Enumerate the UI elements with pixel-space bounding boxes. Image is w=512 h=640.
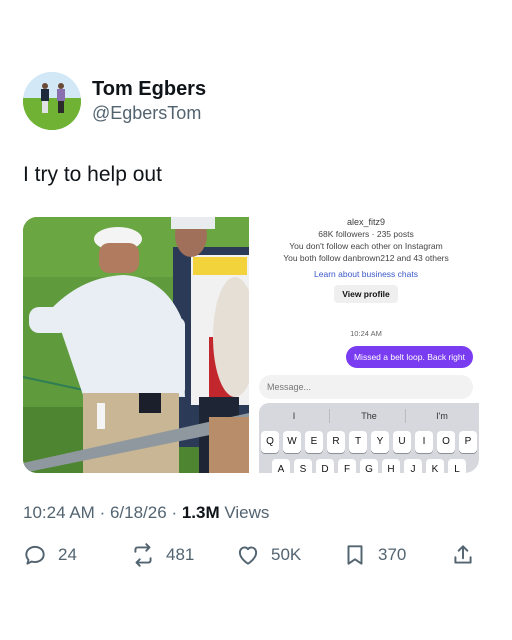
key-j[interactable]: J <box>404 459 422 473</box>
ig-mutuals: You both follow danbrown212 and 43 other… <box>283 253 449 263</box>
suggestion-divider <box>405 409 406 423</box>
meta-separator: · <box>99 503 106 522</box>
message-input[interactable]: Message... <box>259 375 473 399</box>
key-p[interactable]: P <box>459 431 477 453</box>
repost-button[interactable]: 481 <box>130 540 194 570</box>
key-u[interactable]: U <box>393 431 411 453</box>
ig-timestamp: 10:24 AM <box>350 329 382 338</box>
ig-username: alex_fitz9 <box>346 217 386 227</box>
key-f[interactable]: F <box>338 459 356 473</box>
key-r[interactable]: R <box>327 431 345 453</box>
tweet-meta: 10:24 AM · 6/18/26 · 1.3M Views <box>23 503 269 523</box>
key-a[interactable]: A <box>272 459 290 473</box>
key-s[interactable]: S <box>294 459 312 473</box>
bookmark-button[interactable]: 370 <box>342 540 406 570</box>
bookmark-count: 370 <box>378 545 407 564</box>
key-h[interactable]: H <box>382 459 400 473</box>
meta-separator: · <box>171 503 178 522</box>
reply-icon <box>25 545 45 565</box>
suggestion-divider <box>329 409 330 423</box>
tweet-time[interactable]: 10:24 AM <box>23 503 95 522</box>
golf-photo-image <box>23 217 257 473</box>
suggestion-1[interactable]: I <box>269 411 319 421</box>
key-i[interactable]: I <box>415 431 433 453</box>
views-label: Views <box>224 503 270 522</box>
ig-follow-status: You don't follow each other on Instagram <box>289 241 443 251</box>
key-e[interactable]: E <box>305 431 323 453</box>
like-count: 50K <box>271 545 302 564</box>
key-w[interactable]: W <box>283 431 301 453</box>
instagram-dm-screenshot[interactable]: alex_fitz9 68K followers · 235 posts You… <box>253 217 479 473</box>
author-handle[interactable]: @EgbersTom <box>92 103 201 124</box>
repost-icon <box>134 543 152 567</box>
tweet-media[interactable]: alex_fitz9 68K followers · 235 posts You… <box>23 217 479 473</box>
share-icon <box>454 545 472 564</box>
golf-photo[interactable] <box>23 217 257 473</box>
tweet-text: I try to help out <box>23 163 162 186</box>
keyboard[interactable]: I The I'm Q W E R T Y U I O P A S D F G … <box>259 403 479 473</box>
action-bar: 24 481 50K 370 <box>0 540 512 570</box>
like-icon <box>238 546 258 565</box>
key-g[interactable]: G <box>360 459 378 473</box>
avatar-image <box>23 72 81 130</box>
key-k[interactable]: K <box>426 459 444 473</box>
key-y[interactable]: Y <box>371 431 389 453</box>
message-bubble: Missed a belt loop. Back right <box>345 346 473 368</box>
suggestion-2[interactable]: The <box>344 411 394 421</box>
share-button[interactable] <box>450 540 476 570</box>
suggestion-3[interactable]: I'm <box>417 411 467 421</box>
repost-count: 481 <box>166 545 195 564</box>
key-q[interactable]: Q <box>261 431 279 453</box>
reply-button[interactable]: 24 <box>22 540 77 570</box>
reply-count: 24 <box>58 545 77 564</box>
bookmark-icon <box>347 545 363 565</box>
tweet-date[interactable]: 6/18/26 <box>110 503 167 522</box>
ig-stats: 68K followers · 235 posts <box>318 229 414 239</box>
key-l[interactable]: L <box>448 459 466 473</box>
views-count: 1.3M <box>181 503 220 522</box>
like-button[interactable]: 50K <box>235 540 301 570</box>
key-d[interactable]: D <box>316 459 334 473</box>
view-profile-button[interactable]: View profile <box>334 285 398 303</box>
ig-business-link[interactable]: Learn about business chats <box>253 269 479 279</box>
avatar[interactable] <box>23 72 81 130</box>
key-t[interactable]: T <box>349 431 367 453</box>
key-o[interactable]: O <box>437 431 455 453</box>
author-name[interactable]: Tom Egbers <box>92 78 206 101</box>
